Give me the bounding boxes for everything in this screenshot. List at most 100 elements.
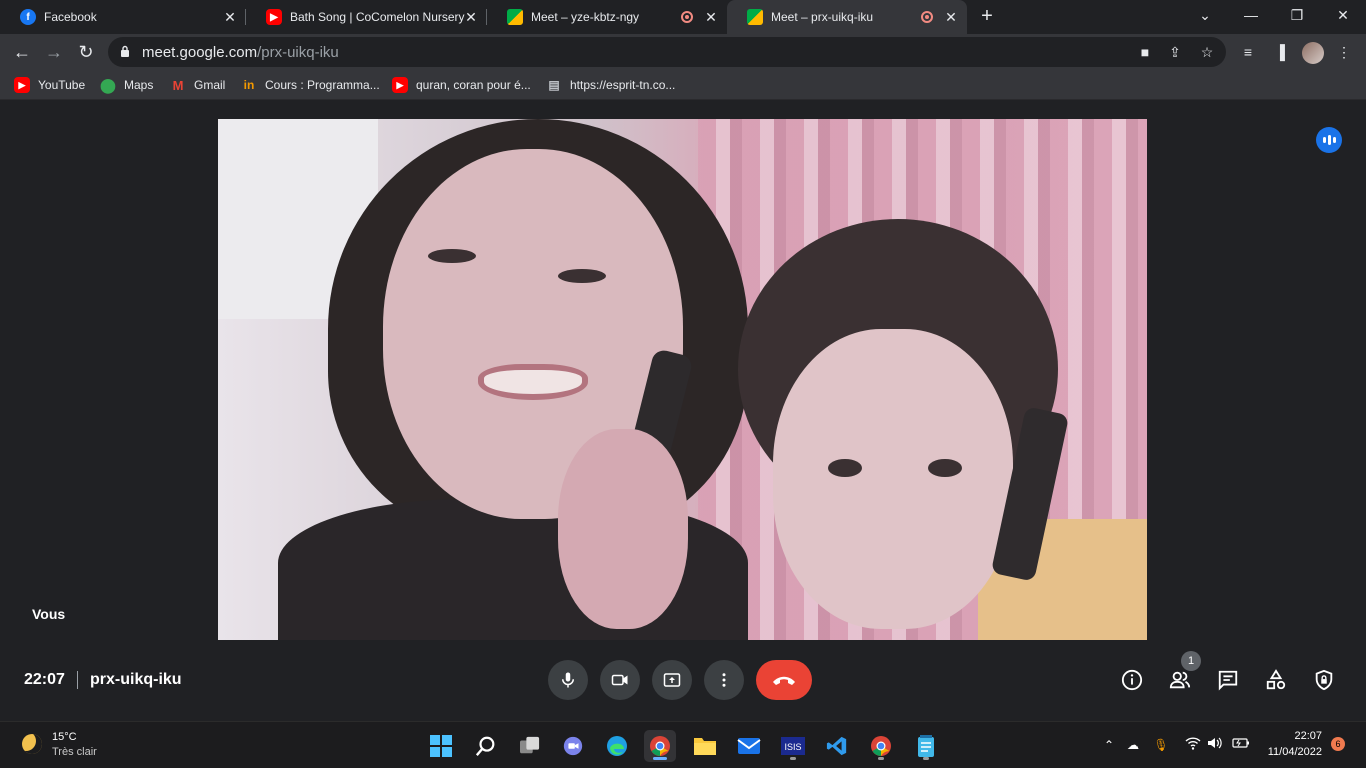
- bookmark-youtube[interactable]: ▶ YouTube: [14, 76, 85, 94]
- bookmark-label: https://esprit-tn.co...: [570, 78, 676, 92]
- video-camera-icon: [611, 674, 628, 686]
- bookmark-label: Maps: [124, 78, 154, 92]
- mail-icon: [737, 738, 761, 754]
- taskbar-date[interactable]: 11/04/2022: [1262, 746, 1322, 758]
- bookmark-label: YouTube: [38, 78, 86, 92]
- camera-button[interactable]: [600, 660, 640, 700]
- facebook-icon: f: [20, 9, 36, 25]
- url-host: meet.google.com: [142, 44, 258, 61]
- meeting-time: 22:07: [24, 671, 65, 688]
- chrome-profile-button[interactable]: [865, 730, 897, 762]
- taskbar-clock[interactable]: 22:07: [1262, 730, 1322, 742]
- bookmark-quran[interactable]: ▶ quran, coran pour é...: [392, 76, 531, 94]
- running-indicator: [790, 757, 796, 760]
- tab-meet-prx[interactable]: Meet – prx-uikq-iku ✕: [727, 0, 967, 34]
- close-window-button[interactable]: ✕: [1320, 0, 1366, 30]
- more-options-button[interactable]: [704, 660, 744, 700]
- teams-chat-button[interactable]: [557, 730, 589, 762]
- new-tab-button[interactable]: +: [976, 6, 998, 28]
- file-explorer-button[interactable]: [689, 730, 721, 762]
- edge-button[interactable]: [601, 730, 633, 762]
- meet-icon: [507, 9, 523, 25]
- recording-icon: [681, 11, 693, 23]
- hang-up-icon: [773, 676, 795, 685]
- bookmark-maps[interactable]: ⬤ Maps: [100, 76, 153, 94]
- weather-moon-icon[interactable]: [22, 734, 42, 754]
- close-tab-icon[interactable]: ✕: [703, 9, 719, 25]
- windows-icon: [430, 735, 452, 757]
- weather-condition[interactable]: Très clair: [52, 746, 97, 758]
- notepad-icon: [918, 735, 934, 757]
- battery-icon[interactable]: [1232, 736, 1250, 754]
- share-icon[interactable]: ⇪: [1166, 43, 1184, 61]
- chat-button[interactable]: [1215, 667, 1241, 693]
- search-icon: [475, 736, 495, 756]
- windows-taskbar: 15°C Très clair ISIS ⌃ ☁ 🎙 22:07 11/04/2…: [0, 721, 1366, 768]
- meeting-details-button[interactable]: [1119, 667, 1145, 693]
- lock-icon[interactable]: [120, 45, 130, 57]
- notepad-button[interactable]: [910, 730, 942, 762]
- media-control-icon[interactable]: ≡: [1238, 42, 1258, 62]
- activities-button[interactable]: [1263, 667, 1289, 693]
- recording-icon: [921, 11, 933, 23]
- bookmark-esprit[interactable]: ▤ https://esprit-tn.co...: [546, 76, 675, 94]
- start-button[interactable]: [425, 730, 457, 762]
- close-tab-icon[interactable]: ✕: [222, 9, 238, 25]
- vscode-icon: [826, 736, 847, 756]
- show-hidden-icons-chevron-icon[interactable]: ⌃: [1100, 736, 1118, 754]
- chrome-icon: [871, 736, 891, 756]
- minimize-button[interactable]: —: [1228, 0, 1274, 30]
- wifi-icon[interactable]: [1184, 736, 1202, 754]
- volume-icon[interactable]: [1206, 736, 1224, 754]
- onedrive-icon[interactable]: ☁: [1124, 736, 1142, 754]
- bookmark-cours[interactable]: in Cours : Programma...: [241, 76, 380, 94]
- more-vert-icon: [722, 673, 726, 687]
- vscode-button[interactable]: [821, 730, 853, 762]
- youtube-icon: ▶: [266, 9, 282, 25]
- chrome-button[interactable]: [644, 730, 676, 762]
- tab-label: Meet – prx-uikq-iku: [771, 10, 874, 24]
- url-text: meet.google.com/prx-uikq-iku: [142, 44, 339, 61]
- address-bar[interactable]: meet.google.com/prx-uikq-iku ■ ⇪ ☆: [108, 37, 1226, 67]
- profile-avatar[interactable]: [1302, 42, 1324, 64]
- bookmark-label: Gmail: [194, 78, 226, 92]
- bookmark-gmail[interactable]: M Gmail: [170, 76, 226, 94]
- tab-facebook[interactable]: f Facebook ✕: [0, 0, 246, 34]
- tab-label: Meet – yze-kbtz-ngy: [531, 10, 640, 24]
- weather-temperature[interactable]: 15°C: [52, 731, 77, 743]
- isis-app-button[interactable]: ISIS: [777, 730, 809, 762]
- restore-button[interactable]: ❐: [1274, 0, 1320, 30]
- svg-text:ISIS: ISIS: [784, 742, 801, 752]
- browser-toolbar: ← → ↻ meet.google.com/prx-uikq-iku ■ ⇪ ☆…: [0, 34, 1366, 70]
- notification-count-badge[interactable]: 6: [1331, 737, 1345, 751]
- close-tab-icon[interactable]: ✕: [943, 9, 959, 25]
- present-screen-button[interactable]: [652, 660, 692, 700]
- host-controls-button[interactable]: [1311, 667, 1337, 693]
- bookmark-star-icon[interactable]: ☆: [1198, 43, 1216, 61]
- menu-icon[interactable]: ⋮: [1334, 42, 1354, 62]
- leave-call-button[interactable]: [756, 660, 812, 700]
- divider: [77, 671, 78, 689]
- back-button[interactable]: ←: [8, 38, 36, 66]
- reload-button[interactable]: ↻: [72, 38, 100, 66]
- microphone-in-use-icon[interactable]: 🎙: [1152, 736, 1170, 754]
- tab-meet-yze[interactable]: Meet – yze-kbtz-ngy ✕: [487, 0, 727, 34]
- task-view-button[interactable]: [514, 730, 546, 762]
- microphone-button[interactable]: [548, 660, 588, 700]
- maps-icon: ⬤: [100, 76, 116, 93]
- side-panel-icon[interactable]: ▐: [1270, 42, 1290, 62]
- folder-icon: [694, 738, 716, 755]
- close-tab-icon[interactable]: ✕: [463, 9, 479, 25]
- gmail-icon: M: [172, 77, 184, 93]
- video-person-child: [718, 219, 1078, 640]
- tab-bath-song[interactable]: ▶ Bath Song | CoComelon Nursery ✕: [246, 0, 487, 34]
- meet-stage: Vous 22:07 prx-uikq-iku 1: [0, 101, 1366, 721]
- camera-in-use-icon[interactable]: ■: [1136, 43, 1154, 61]
- bookmark-label: quran, coran pour é...: [416, 78, 531, 92]
- edge-icon: [607, 736, 627, 756]
- forward-button[interactable]: →: [40, 38, 68, 66]
- tab-search-button[interactable]: ⌄: [1182, 0, 1228, 30]
- search-button[interactable]: [470, 730, 502, 762]
- mail-button[interactable]: [733, 730, 765, 762]
- self-video-tile[interactable]: [218, 119, 1147, 640]
